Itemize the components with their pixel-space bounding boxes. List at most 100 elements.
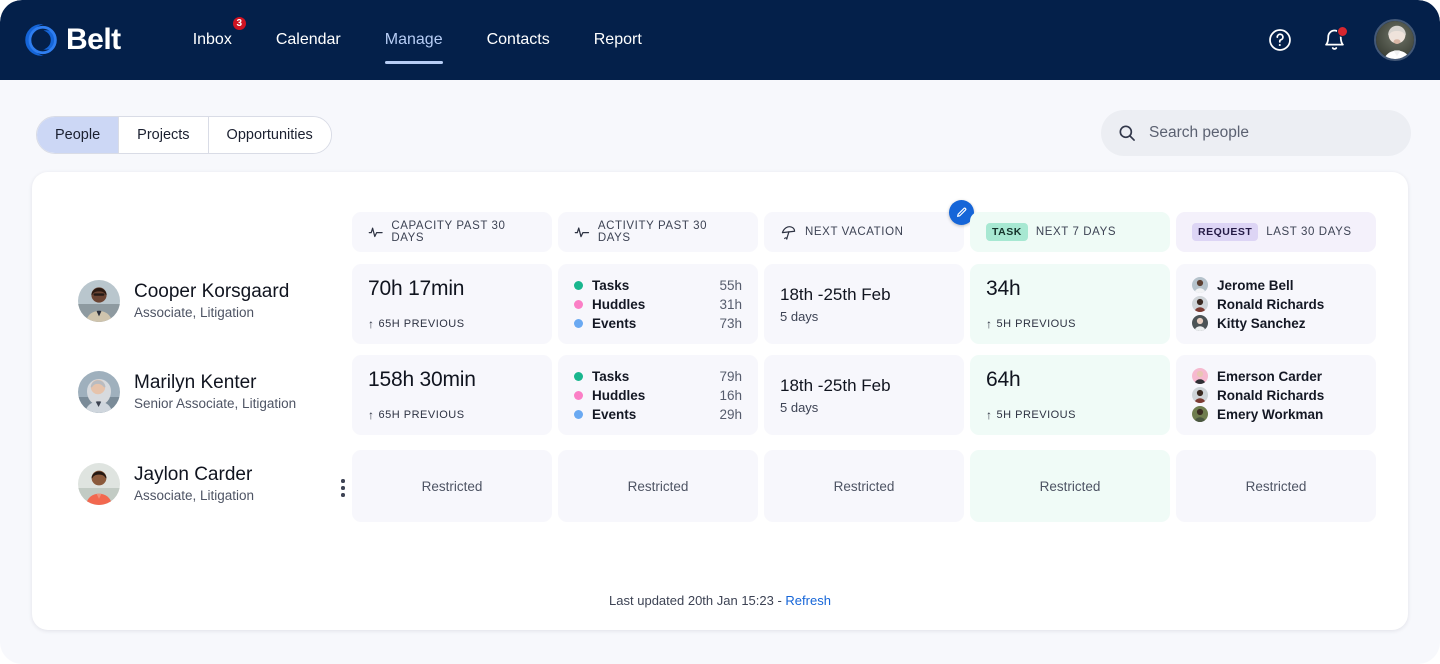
activity-value: 29h <box>719 406 742 422</box>
previous-label: 5H PREVIOUS <box>996 409 1076 421</box>
request-name: Emerson Carder <box>1217 368 1323 384</box>
activity-label: Events <box>592 406 637 422</box>
restricted-cell: Restricted <box>558 450 758 522</box>
activity-label: Huddles <box>592 387 646 403</box>
legend-dot-huddles <box>574 299 583 309</box>
notification-dot <box>1337 26 1348 37</box>
last-updated-footer: Last updated 20th Jan 15:23 - Refresh <box>32 593 1408 608</box>
trend-up-icon: ↑ <box>986 408 993 422</box>
main-nav: Inbox 3 Calendar Manage Contacts Report <box>171 12 664 68</box>
nav-item-report[interactable]: Report <box>572 12 664 68</box>
avatar <box>1192 406 1208 422</box>
bell-icon[interactable] <box>1320 26 1348 54</box>
data-row: 70h 17min ↑ 65H PREVIOUS Tasks 55h Huddl… <box>352 264 1376 344</box>
tab-opportunities[interactable]: Opportunities <box>208 117 331 153</box>
trend-up-icon: ↑ <box>368 408 375 422</box>
activity-item: Huddles 31h <box>574 295 742 314</box>
capacity-previous: ↑ 65H PREVIOUS <box>368 318 536 330</box>
pulse-icon <box>368 227 383 238</box>
refresh-link[interactable]: Refresh <box>785 593 831 608</box>
column-header-vacation: NEXT VACATION <box>764 200 974 252</box>
column-header-task: TASK NEXT 7 DAYS <box>970 212 1170 252</box>
top-navigation-bar: Belt Inbox 3 Calendar Manage Contacts Re… <box>0 0 1440 80</box>
capacity-value: 158h 30min <box>368 368 476 391</box>
person-row[interactable]: Cooper Korsgaard Associate, Litigation <box>78 280 348 322</box>
activity-value: 55h <box>719 277 742 293</box>
vacation-range: 18th -25th Feb <box>780 284 891 304</box>
pulse-icon <box>574 227 590 238</box>
task-value: 64h <box>986 368 1021 391</box>
task-cell: 64h ↑ 5H PREVIOUS <box>970 355 1170 435</box>
vacation-duration: 5 days <box>780 399 819 415</box>
avatar <box>78 280 120 322</box>
activity-value: 79h <box>719 368 742 384</box>
request-chip: REQUEST <box>1192 223 1259 241</box>
activity-label: Tasks <box>592 368 630 384</box>
person-row[interactable]: Jaylon Carder Associate, Litigation <box>78 463 348 505</box>
restricted-cell: Restricted <box>1176 450 1376 522</box>
search-placeholder: Search people <box>1149 124 1249 141</box>
nav-item-calendar[interactable]: Calendar <box>254 12 363 68</box>
app-root: Belt Inbox 3 Calendar Manage Contacts Re… <box>0 0 1440 664</box>
person-identity: Cooper Korsgaard Associate, Litigation <box>134 280 289 321</box>
nav-item-inbox[interactable]: Inbox 3 <box>171 12 254 68</box>
person-name: Jaylon Carder <box>134 464 253 486</box>
activity-item: Events 73h <box>574 314 742 333</box>
person-row[interactable]: Marilyn Kenter Senior Associate, Litigat… <box>78 371 348 413</box>
activity-label: Events <box>592 315 637 331</box>
nav-item-manage[interactable]: Manage <box>363 12 465 68</box>
help-circle-icon[interactable] <box>1266 26 1294 54</box>
last-updated-text: Last updated 20th Jan 15:23 - <box>609 593 786 608</box>
activity-value: 73h <box>719 315 742 331</box>
request-name: Kitty Sanchez <box>1217 315 1306 331</box>
previous-label: 65H PREVIOUS <box>378 409 465 421</box>
search-input[interactable]: Search people <box>1101 110 1411 156</box>
request-item: Ronald Richards <box>1192 295 1360 314</box>
request-item: Ronald Richards <box>1192 386 1360 405</box>
brand-logo[interactable]: Belt <box>24 23 121 57</box>
task-chip: TASK <box>986 223 1028 241</box>
nav-label: Manage <box>384 31 443 48</box>
restricted-cell: Restricted <box>352 450 552 522</box>
nav-item-contacts[interactable]: Contacts <box>465 12 572 68</box>
tab-people[interactable]: People <box>37 117 120 153</box>
search-icon <box>1119 125 1135 141</box>
person-name: Cooper Korsgaard <box>134 281 290 303</box>
request-cell: Jerome Bell Ronald Richards Kitty Sanche… <box>1176 264 1376 344</box>
beach-umbrella-icon <box>781 225 796 240</box>
request-item: Emery Workman <box>1192 405 1360 424</box>
column-label: NEXT 7 DAYS <box>1035 226 1117 238</box>
legend-dot-events <box>574 318 583 328</box>
activity-cell: Tasks 79h Huddles 16h Events 29h <box>558 355 758 435</box>
nav-label: Contacts <box>486 31 550 48</box>
restricted-cell: Restricted <box>970 450 1170 522</box>
avatar <box>78 463 120 505</box>
column-header-request: REQUEST LAST 30 DAYS <box>1176 212 1376 252</box>
activity-item: Events 29h <box>574 405 742 424</box>
view-segmented-control: People Projects Opportunities <box>36 116 332 154</box>
tab-projects[interactable]: Projects <box>119 117 209 153</box>
request-name: Ronald Richards <box>1217 387 1325 403</box>
avatar <box>1192 296 1208 312</box>
nav-label: Calendar <box>275 31 341 48</box>
activity-label: Tasks <box>592 277 630 293</box>
avatar <box>1192 368 1208 384</box>
vacation-range: 18th -25th Feb <box>780 375 891 395</box>
avatar <box>78 371 120 413</box>
avatar <box>1192 315 1208 331</box>
activity-item: Huddles 16h <box>574 386 742 405</box>
avatar[interactable] <box>1374 19 1416 61</box>
active-nav-underline <box>384 61 443 64</box>
request-name: Emery Workman <box>1217 406 1324 422</box>
person-role: Senior Associate, Litigation <box>134 396 297 412</box>
belt-ring-logo-icon <box>25 24 58 56</box>
column-header-capacity: CAPACITY PAST 30 DAYS <box>352 212 552 252</box>
legend-dot-tasks <box>574 280 583 290</box>
person-options-menu-icon[interactable] <box>334 477 352 499</box>
activity-label: Huddles <box>592 296 646 312</box>
activity-cell: Tasks 55h Huddles 31h Events 73h <box>558 264 758 344</box>
legend-dot-tasks <box>574 371 583 381</box>
controls-row: People Projects Opportunities Search peo… <box>0 80 1440 172</box>
column-label: ACTIVITY PAST 30 DAYS <box>597 220 708 244</box>
trend-up-icon: ↑ <box>368 317 375 331</box>
